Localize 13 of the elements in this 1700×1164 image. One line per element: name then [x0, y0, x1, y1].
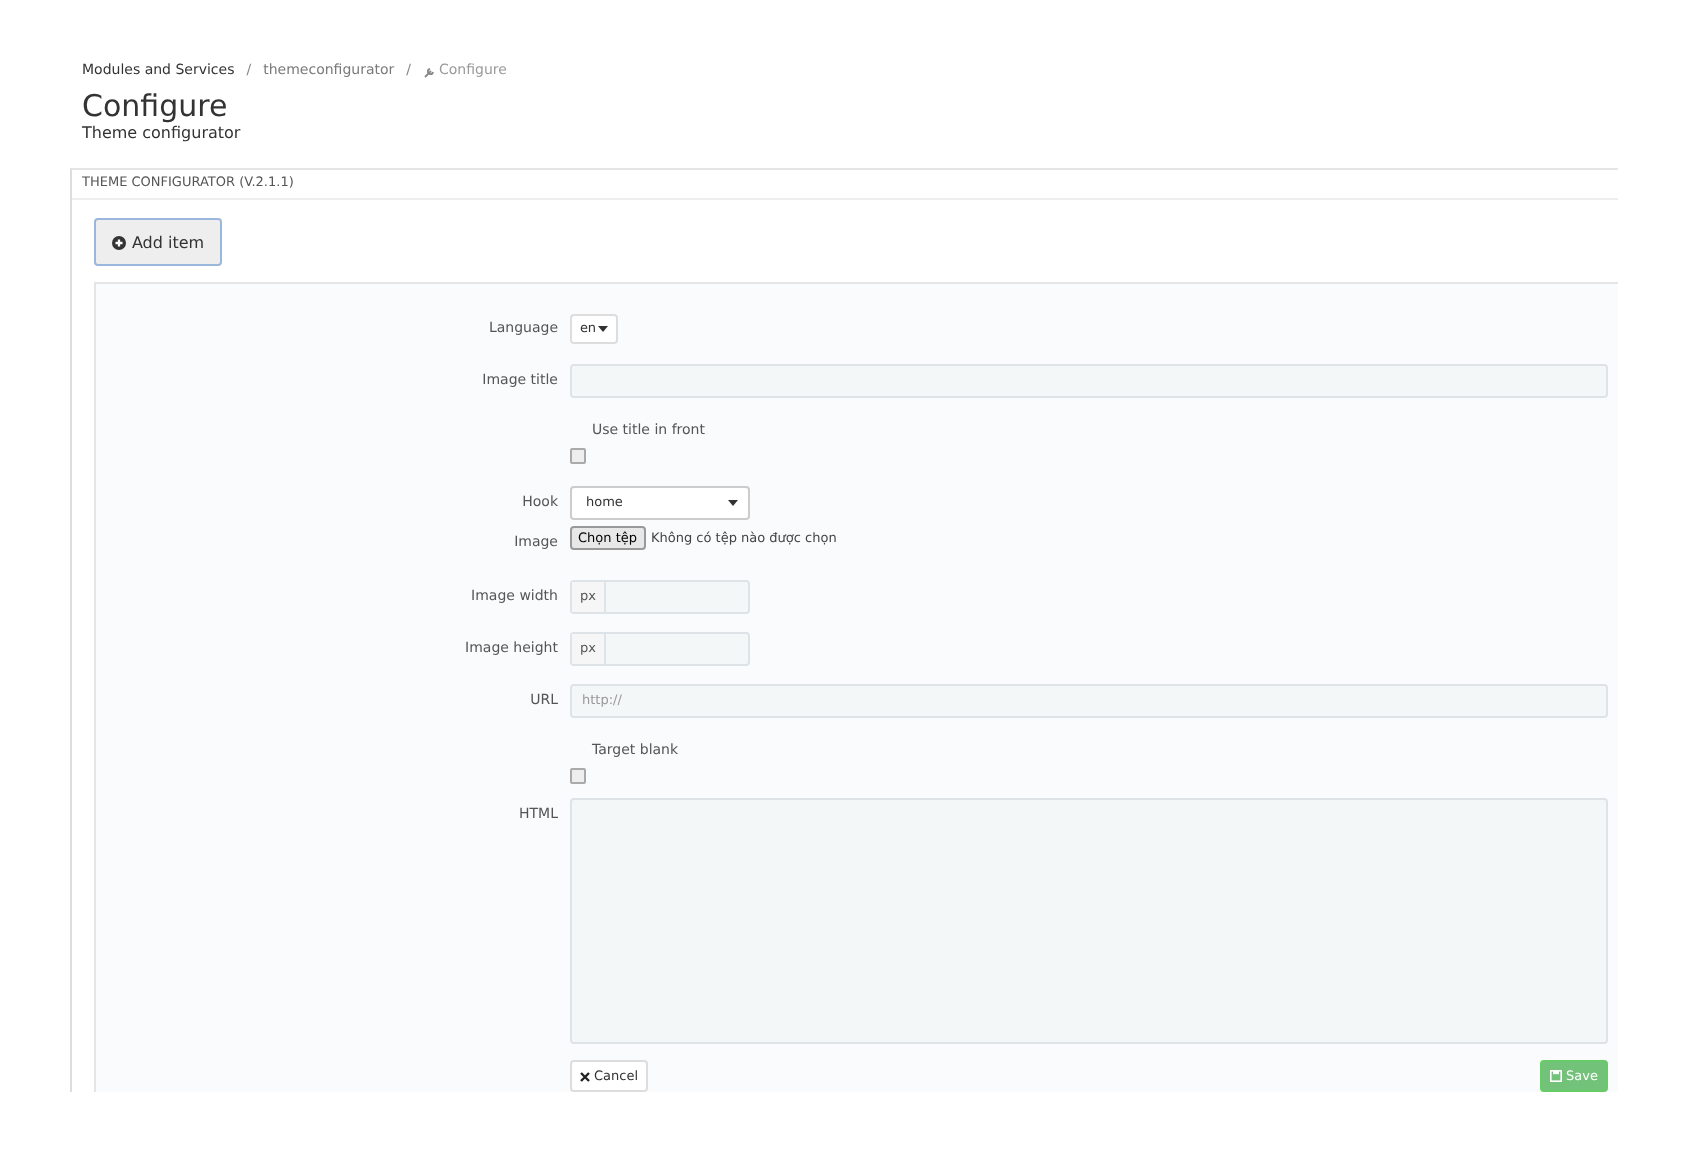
wrench-icon	[423, 65, 436, 77]
caret-icon	[728, 499, 738, 505]
page-title: Configure	[82, 90, 230, 124]
checkbox[interactable]	[570, 767, 586, 783]
checkbox[interactable]	[570, 447, 586, 463]
close-icon	[580, 1071, 590, 1081]
text-field[interactable]	[570, 363, 1608, 397]
plus-circle-icon	[111, 235, 126, 249]
add-item-button[interactable]: Add item	[94, 218, 222, 266]
caret-icon	[598, 325, 609, 331]
page-subtitle: Theme configurator	[82, 124, 243, 144]
html-textarea[interactable]	[570, 798, 1608, 1044]
floppy-icon	[1550, 1070, 1563, 1082]
